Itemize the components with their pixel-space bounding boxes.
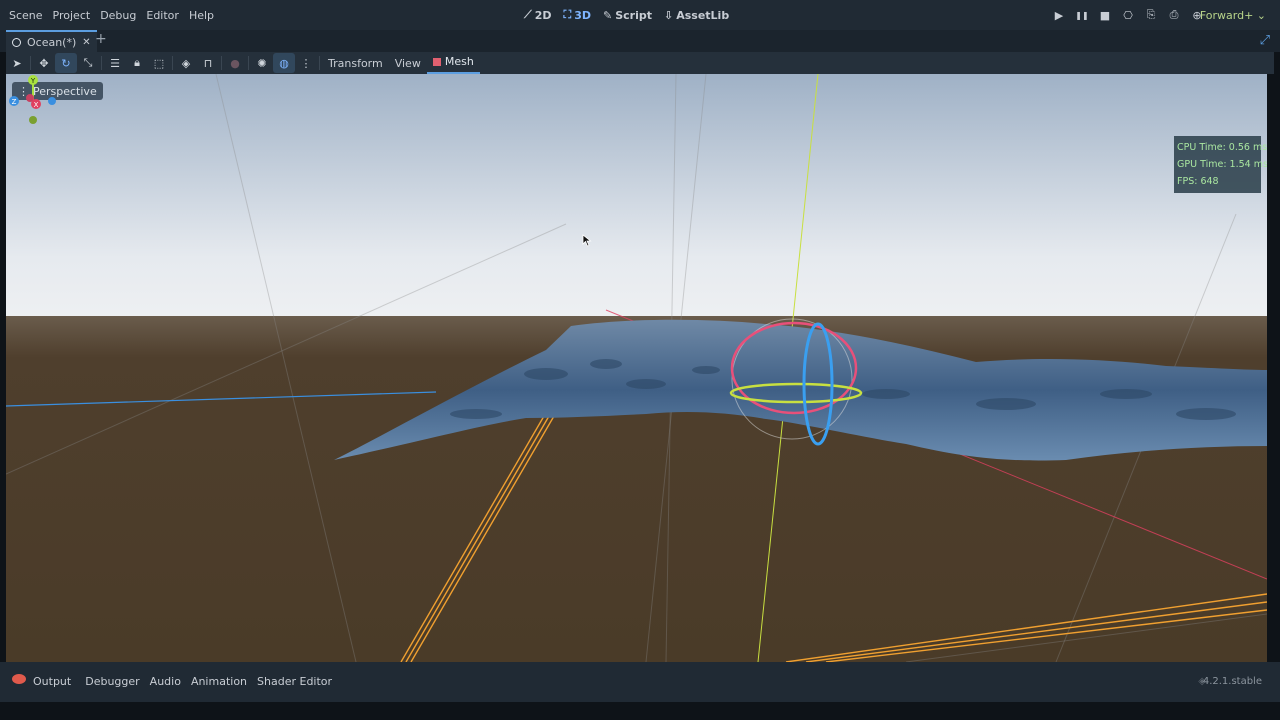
output-tab[interactable]: Output: [8, 672, 79, 690]
viewport-toolbar: ➤ ✥ ↻ ⤡ ☰ 🔒︎ ⬚ ◈ ⊓ ● ✺ ◍ ⋮ Transform Vie…: [6, 52, 1274, 74]
divider: [248, 56, 249, 70]
divider: [30, 56, 31, 70]
menu-editor[interactable]: Editor: [141, 9, 184, 22]
divider: [172, 56, 173, 70]
gpu-time: GPU Time: 1.54 ms: [1177, 159, 1267, 170]
debugger-tab[interactable]: Debugger: [81, 673, 143, 690]
neg-z-handle[interactable]: [48, 97, 56, 105]
script-icon: ✎: [603, 8, 613, 22]
svg-text:X: X: [34, 101, 39, 109]
animation-tab[interactable]: Animation: [187, 673, 251, 690]
divider: [101, 56, 102, 70]
workspace-switcher: ⟋ 2D ⛶ 3D ✎ Script ⇩ AssetLib: [524, 0, 729, 30]
error-dot-icon: [12, 674, 26, 684]
sky: [6, 74, 1267, 319]
scene-tab-ocean[interactable]: Ocean(*) ✕: [6, 30, 97, 52]
play-scene-icon[interactable]: ⎙: [1167, 8, 1181, 22]
mesh-icon: [432, 58, 441, 66]
viewport-scene: [6, 74, 1267, 662]
bottom-panel-bar: Output Debugger Audio Animation Shader E…: [0, 662, 1280, 702]
svg-text:Z: Z: [12, 98, 17, 106]
transform-menu[interactable]: Transform: [322, 57, 389, 70]
workspace-2d-button[interactable]: ⟋ 2D: [524, 8, 552, 22]
assetlib-icon: ⇩: [664, 8, 674, 22]
node3d-icon: [12, 37, 21, 47]
2d-icon: ⟋: [524, 8, 532, 21]
scene-tab-label: Ocean(*): [27, 35, 77, 49]
group-icon[interactable]: ⬚: [148, 53, 170, 73]
list-select-icon[interactable]: ☰: [104, 53, 126, 73]
lock-icon[interactable]: 🔒︎: [126, 53, 148, 73]
environment-icon[interactable]: ◍: [273, 53, 295, 73]
local-space-icon[interactable]: ◈: [175, 53, 197, 73]
rotate-tool-icon[interactable]: ↻: [55, 53, 77, 73]
bottom-panel-tabs: Output Debugger Audio Animation Shader E…: [8, 672, 336, 690]
movie-maker-icon[interactable]: ⎘: [1144, 8, 1158, 22]
close-icon[interactable]: ✕: [82, 37, 90, 48]
renderer-select[interactable]: Forward+ ⌄: [1200, 0, 1266, 30]
top-menu-bar: Scene Project Debug Editor Help ⟋ 2D ⛶ 3D …: [0, 0, 1280, 30]
divider: [221, 56, 222, 70]
remote-debug-icon[interactable]: ⎔: [1121, 9, 1135, 22]
move-tool-icon[interactable]: ✥: [33, 53, 55, 73]
performance-stats: CPU Time: 0.56 ms GPU Time: 1.54 ms FPS:…: [1174, 136, 1267, 193]
workspace-3d-button[interactable]: ⛶ 3D: [564, 8, 592, 22]
audio-tab[interactable]: Audio: [146, 673, 185, 690]
svg-text:Y: Y: [30, 77, 36, 85]
view-menu[interactable]: View: [389, 57, 427, 70]
menu-scene[interactable]: Scene: [4, 9, 48, 22]
play-icon[interactable]: ▶: [1052, 9, 1066, 22]
divider: [319, 56, 320, 70]
3d-icon: ⛶: [563, 8, 572, 21]
more-options-icon[interactable]: ⋮: [295, 53, 317, 73]
version-label[interactable]: 4.2.1.stable: [1203, 676, 1262, 687]
stop-icon[interactable]: ■: [1098, 9, 1112, 22]
select-tool-icon[interactable]: ➤: [6, 53, 28, 73]
neg-y-handle[interactable]: [29, 116, 37, 124]
3d-viewport[interactable]: ⋮ Perspective Y Z X CPU Time: 0.56 ms GP…: [6, 74, 1267, 662]
run-controls: ▶ ❚❚ ■ ⎔ ⎘ ⎙ ⊕: [1052, 0, 1204, 30]
mesh-menu[interactable]: Mesh: [426, 52, 480, 74]
scale-tool-icon[interactable]: ⤡: [77, 53, 99, 73]
mouse-cursor-icon: [582, 234, 592, 247]
scene-tab-bar: Ocean(*) ✕ + ⤢: [0, 30, 1280, 52]
add-tab-icon[interactable]: +: [95, 31, 107, 47]
snap-icon[interactable]: ⊓: [197, 53, 219, 73]
orientation-gizmo[interactable]: Y Z X: [6, 74, 60, 128]
sun-icon[interactable]: ✺: [251, 53, 273, 73]
menu-project[interactable]: Project: [48, 9, 96, 22]
workspace-assetlib-button[interactable]: ⇩ AssetLib: [664, 9, 729, 22]
main-menu: Scene Project Debug Editor Help: [4, 0, 219, 30]
fps-counter: FPS: 648: [1177, 176, 1219, 187]
workspace-script-button[interactable]: ✎ Script: [603, 9, 652, 22]
distraction-free-icon[interactable]: ⤢: [1260, 33, 1270, 48]
pause-icon[interactable]: ❚❚: [1075, 11, 1089, 20]
cpu-time: CPU Time: 0.56 ms: [1177, 142, 1267, 153]
preview-camera-icon[interactable]: ●: [224, 53, 246, 73]
menu-debug[interactable]: Debug: [95, 9, 141, 22]
menu-help[interactable]: Help: [184, 9, 219, 22]
shader-editor-tab[interactable]: Shader Editor: [253, 673, 336, 690]
